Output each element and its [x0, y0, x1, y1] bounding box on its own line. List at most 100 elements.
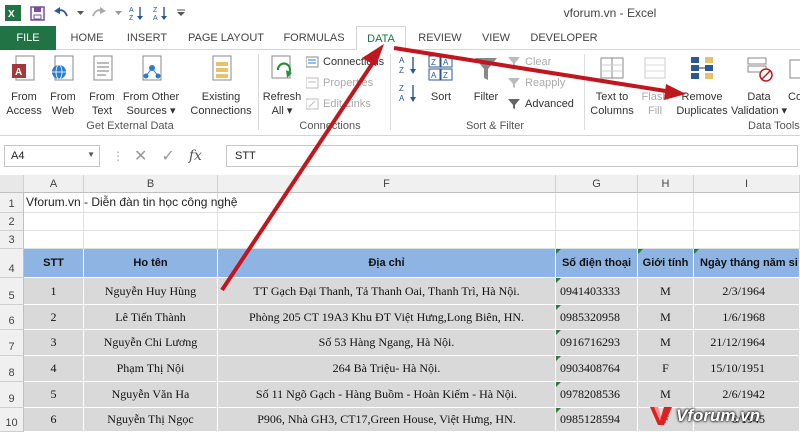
enter-check-icon[interactable]: ✓ — [161, 146, 174, 166]
text-to-columns-button[interactable]: Text to Columns — [588, 54, 636, 118]
column-header-a[interactable]: A — [24, 175, 84, 193]
name-box-dropdown-icon[interactable]: ▼ — [87, 150, 95, 159]
row-header-6[interactable]: 6 — [0, 305, 24, 330]
table-cell[interactable]: M — [638, 330, 694, 356]
column-header-f[interactable]: F — [218, 175, 556, 193]
tab-formulas[interactable]: FORMULAS — [276, 26, 352, 50]
cell[interactable] — [24, 213, 84, 231]
row-header-2[interactable]: 2 — [0, 213, 24, 231]
table-cell[interactable]: 6 — [24, 408, 84, 432]
table-header-cell[interactable]: Ngày tháng năm si — [694, 249, 800, 278]
table-cell[interactable]: M — [638, 305, 694, 330]
formula-input[interactable]: STT — [226, 145, 798, 167]
table-cell[interactable]: Nguyễn Thị Ngọc — [84, 408, 218, 432]
column-header-b[interactable]: B — [84, 175, 218, 193]
from-text-button[interactable]: From Text — [84, 54, 120, 118]
clear-button[interactable]: Clear — [508, 56, 551, 68]
cell[interactable] — [694, 193, 800, 213]
flash-fill-button[interactable]: Flash Fill — [638, 54, 672, 118]
table-header-cell[interactable]: Giới tính — [638, 249, 694, 278]
refresh-all-button[interactable]: Refresh All ▾ — [262, 54, 302, 118]
table-cell[interactable]: F — [638, 356, 694, 382]
filter-button[interactable]: Filter — [468, 54, 504, 104]
tab-data[interactable]: DATA — [356, 26, 406, 51]
table-cell[interactable]: Nguyễn Văn Ha — [84, 382, 218, 408]
advanced-button[interactable]: Advanced — [508, 98, 574, 110]
insert-function-icon[interactable]: fx — [189, 148, 202, 164]
from-access-button[interactable]: A From Access — [4, 54, 44, 118]
table-cell[interactable]: TT Gạch Đại Thanh, Tả Thanh Oai, Thanh T… — [218, 278, 556, 305]
from-other-sources-button[interactable]: From Other Sources ▾ — [120, 54, 182, 118]
cell[interactable] — [556, 213, 638, 231]
edit-links-button[interactable]: Edit Links — [306, 98, 371, 110]
tab-developer[interactable]: DEVELOPER — [526, 26, 602, 50]
row-header-10[interactable]: 10 — [0, 408, 24, 432]
row-header-4[interactable]: 4 — [0, 249, 24, 278]
cell[interactable] — [218, 213, 556, 231]
tab-page-layout[interactable]: PAGE LAYOUT — [184, 26, 268, 50]
row-header-5[interactable]: 5 — [0, 278, 24, 305]
table-cell[interactable]: 15/10/1951 — [694, 356, 800, 382]
table-cell[interactable]: 0978208536 — [556, 382, 638, 408]
cell[interactable] — [218, 231, 556, 249]
table-cell[interactable]: 3 — [24, 330, 84, 356]
table-cell[interactable]: 0985128594 — [556, 408, 638, 432]
cell[interactable] — [556, 193, 638, 213]
table-cell[interactable]: 2/3/1964 — [694, 278, 800, 305]
remove-duplicates-button[interactable]: Remove Duplicates — [674, 54, 730, 118]
data-validation-button[interactable]: Data Validation ▾ — [730, 54, 788, 118]
formula-bar-resize-icon[interactable]: ⋮ — [112, 149, 124, 163]
cell[interactable] — [84, 231, 218, 249]
table-cell[interactable]: Số 53 Hàng Ngang, Hà Nội. — [218, 330, 556, 356]
table-header-cell[interactable]: Địa chỉ — [218, 249, 556, 278]
table-cell[interactable]: 0916716293 — [556, 330, 638, 356]
connections-button[interactable]: Connections — [306, 56, 384, 68]
table-cell[interactable]: Nguyễn Huy Hùng — [84, 278, 218, 305]
cell[interactable] — [218, 193, 556, 213]
row-header-1[interactable]: 1 — [0, 193, 24, 213]
table-cell[interactable]: Lê Tiến Thành — [84, 305, 218, 330]
existing-connections-button[interactable]: Existing Connections — [188, 54, 254, 118]
table-cell[interactable]: Nguyễn Chi Lương — [84, 330, 218, 356]
column-header-g[interactable]: G — [556, 175, 638, 193]
table-cell[interactable]: 0941403333 — [556, 278, 638, 305]
row-header-7[interactable]: 7 — [0, 330, 24, 356]
table-cell[interactable]: 2 — [24, 305, 84, 330]
tab-home[interactable]: HOME — [62, 26, 112, 50]
table-cell[interactable]: 0985320958 — [556, 305, 638, 330]
table-cell[interactable]: Số 11 Ngõ Gạch - Hàng Buồm - Hoàn Kiếm -… — [218, 382, 556, 408]
cell[interactable] — [694, 231, 800, 249]
from-web-button[interactable]: From Web — [44, 54, 82, 118]
cell[interactable] — [84, 213, 218, 231]
table-cell[interactable]: 21/12/1964 — [694, 330, 800, 356]
table-cell[interactable]: 1 — [24, 278, 84, 305]
cancel-icon[interactable]: ✕ — [134, 146, 147, 166]
table-header-cell[interactable]: Số điện thoại — [556, 249, 638, 278]
name-box[interactable]: A4 ▼ — [4, 145, 100, 167]
table-cell[interactable]: 4 — [24, 356, 84, 382]
table-cell[interactable]: M — [638, 278, 694, 305]
table-cell[interactable]: Phạm Thị Nội — [84, 356, 218, 382]
table-cell[interactable]: 264 Bà Triệu- Hà Nội. — [218, 356, 556, 382]
reapply-button[interactable]: Reapply — [508, 77, 565, 89]
row-header-9[interactable]: 9 — [0, 382, 24, 408]
cell[interactable] — [638, 213, 694, 231]
sort-z-a-button[interactable]: ZA — [396, 82, 422, 108]
sort-a-z-button[interactable]: AZ — [396, 54, 422, 80]
tab-view[interactable]: VIEW — [472, 26, 520, 50]
tab-file[interactable]: FILE — [0, 26, 56, 50]
select-all-corner[interactable] — [0, 175, 24, 193]
cell[interactable] — [638, 231, 694, 249]
row-header-8[interactable]: 8 — [0, 356, 24, 382]
consolidate-button[interactable]: Co — [788, 54, 800, 104]
table-cell[interactable]: 5 — [24, 382, 84, 408]
tab-insert[interactable]: INSERT — [118, 26, 176, 50]
column-header-h[interactable]: H — [638, 175, 694, 193]
table-header-cell[interactable]: Ho tên — [84, 249, 218, 278]
properties-button[interactable]: Properties — [306, 77, 373, 89]
table-cell[interactable]: 1/6/1968 — [694, 305, 800, 330]
cell[interactable] — [694, 213, 800, 231]
column-header-i[interactable]: I — [694, 175, 800, 193]
table-cell[interactable]: P906, Nhà GH3, CT17,Green House, Việt Hư… — [218, 408, 556, 432]
cell-a1-title[interactable]: Vforum.vn - Diễn đàn tin học công nghệ — [26, 195, 237, 209]
